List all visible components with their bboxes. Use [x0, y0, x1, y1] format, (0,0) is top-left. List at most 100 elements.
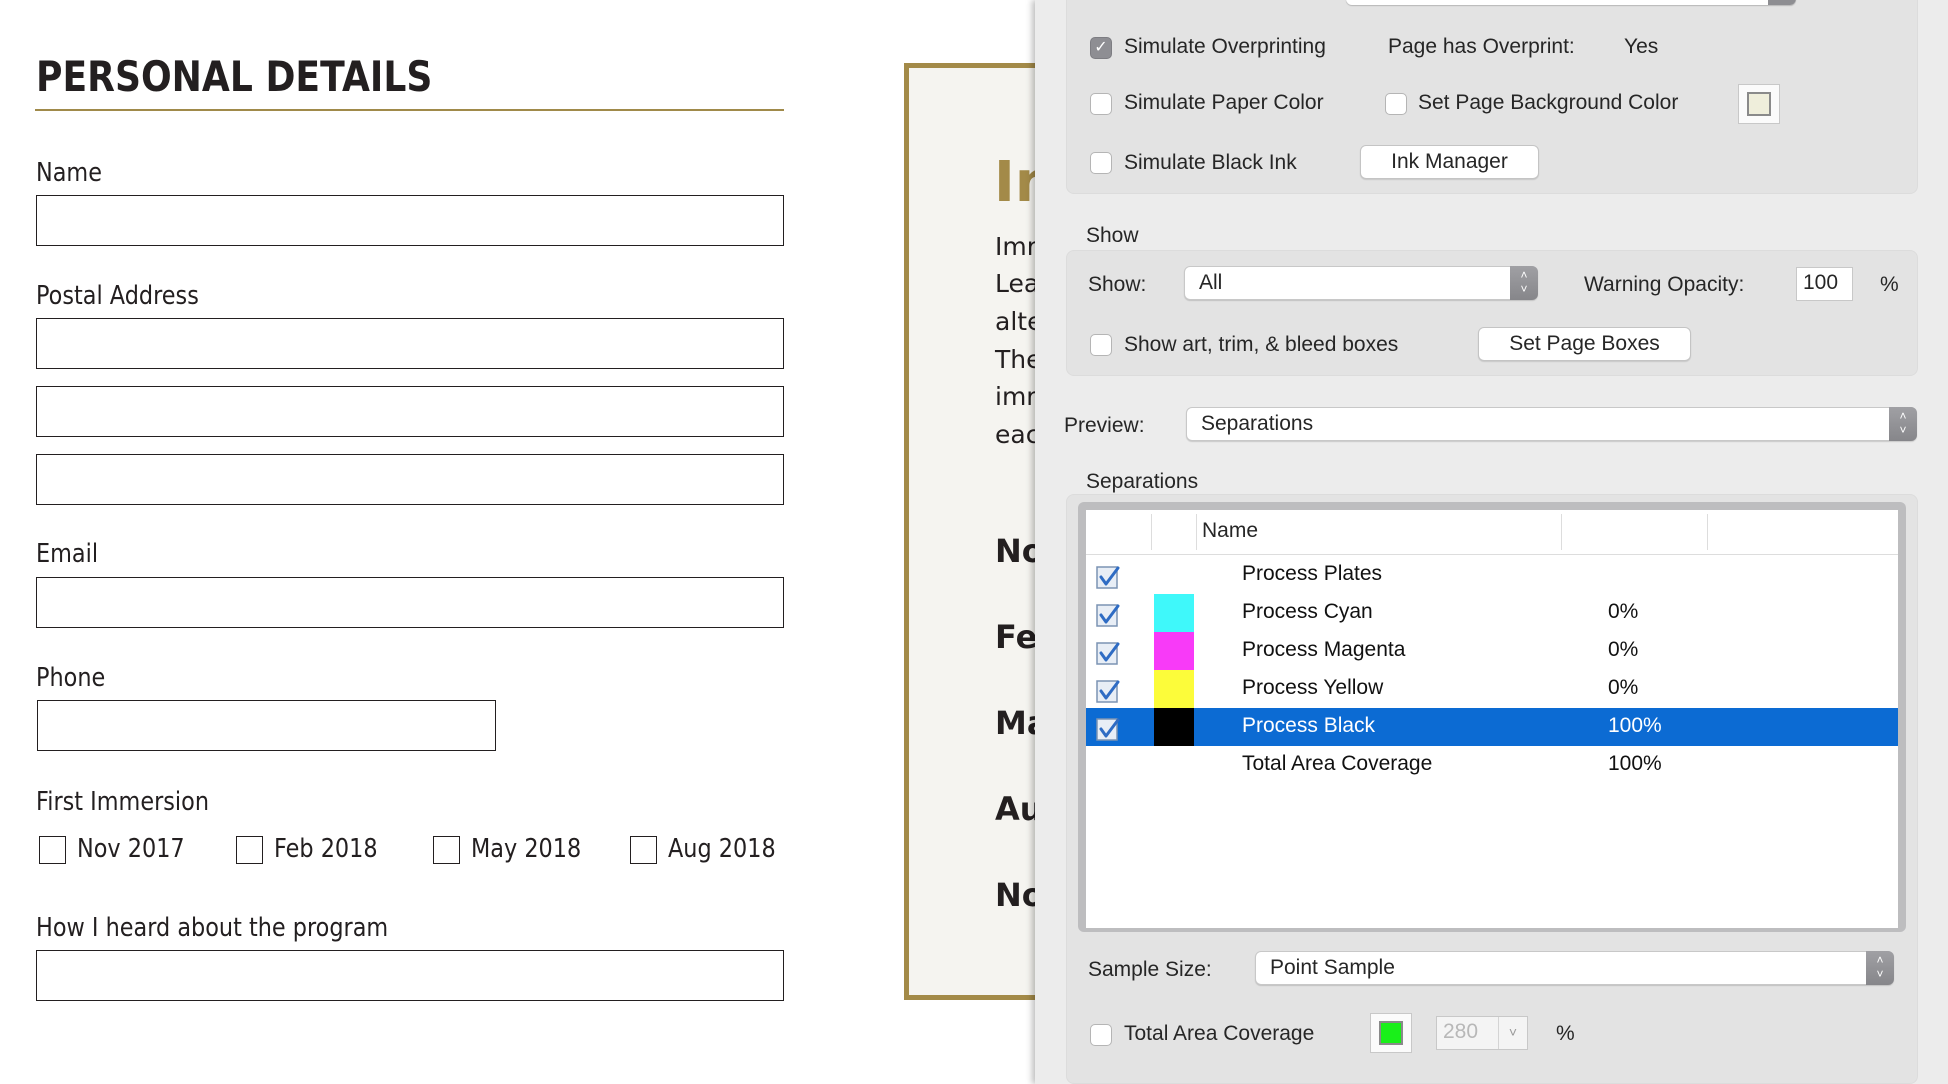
separation-checkbox[interactable] [1096, 716, 1122, 742]
separation-row[interactable]: Total Area Coverage 100% [1086, 746, 1898, 784]
separations-title: Separations [1086, 470, 1199, 493]
separation-name: Process Plates [1242, 562, 1383, 585]
show-select-value: All [1199, 271, 1223, 294]
show-page-boxes-label: Show art, trim, & bleed boxes [1124, 333, 1399, 356]
immersion-option-label: Nov 2017 [77, 834, 185, 864]
name-column-header[interactable]: Name [1202, 519, 1258, 543]
set-page-boxes-button[interactable]: Set Page Boxes [1478, 327, 1691, 361]
postal-address-label: Postal Address [36, 281, 199, 311]
separation-coverage: 0% [1608, 676, 1639, 699]
phone-label: Phone [36, 663, 106, 693]
how-heard-input[interactable] [36, 950, 784, 1001]
top-select-partial[interactable] [1346, 0, 1796, 5]
immersion-option-label: May 2018 [471, 834, 582, 864]
separation-name: Process Magenta [1242, 638, 1406, 661]
show-section-title: Show [1086, 224, 1139, 247]
tac-value-combobox[interactable]: 280 ˅ [1436, 1016, 1528, 1050]
email-input[interactable] [36, 577, 784, 628]
page-has-overprint-label: Page has Overprint: [1388, 35, 1575, 58]
ink-color-swatch [1154, 670, 1194, 708]
warning-opacity-label: Warning Opacity: [1584, 273, 1745, 296]
tac-percent: % [1556, 1022, 1575, 1045]
simulate-black-ink-label: Simulate Black Ink [1124, 151, 1297, 174]
simulate-overprinting-checkbox[interactable]: ✓ [1090, 37, 1112, 59]
separation-checkbox[interactable] [1096, 640, 1122, 666]
simulate-overprinting-label: Simulate Overprinting [1124, 35, 1326, 58]
immersion-checkbox-nov-2017[interactable] [39, 836, 66, 864]
form-title: PERSONAL DETAILS [36, 52, 433, 101]
separation-name: Total Area Coverage [1242, 752, 1433, 775]
ink-color-swatch [1154, 708, 1194, 746]
name-label: Name [36, 158, 102, 188]
page-has-overprint-value: Yes [1624, 35, 1659, 58]
sample-size-label: Sample Size: [1088, 958, 1212, 981]
checkmark-icon [1096, 680, 1120, 703]
separation-checkbox[interactable] [1096, 678, 1122, 704]
tac-color-swatch[interactable] [1370, 1013, 1412, 1053]
column-divider [1151, 514, 1152, 550]
postal-address-line-1[interactable] [36, 318, 784, 369]
simulate-paper-color-checkbox[interactable] [1090, 93, 1112, 115]
postal-address-line-2[interactable] [36, 386, 784, 437]
preview-select-value: Separations [1201, 412, 1314, 435]
immersion-checkbox-may-2018[interactable] [433, 836, 460, 864]
warning-opacity-input[interactable]: 100 [1796, 267, 1853, 301]
total-area-coverage-label: Total Area Coverage [1124, 1022, 1315, 1045]
chevron-up-down-icon: ˄ ˅ [1889, 407, 1917, 441]
document-text-line: imr [995, 382, 1037, 411]
separation-coverage: 0% [1608, 638, 1639, 661]
name-input[interactable] [36, 195, 784, 246]
preview-select[interactable]: Separations ˄ ˅ [1186, 407, 1917, 441]
separation-coverage: 100% [1608, 752, 1662, 775]
phone-input[interactable] [37, 700, 496, 751]
simulate-paper-color-label: Simulate Paper Color [1124, 91, 1324, 114]
separation-row[interactable]: Process Plates [1086, 556, 1898, 594]
separation-row[interactable]: Process Black 100% [1086, 708, 1898, 746]
tac-value: 280 [1443, 1020, 1479, 1043]
separation-name: Process Cyan [1242, 600, 1373, 623]
checkmark-icon: ✓ [1094, 39, 1108, 56]
immersion-checkbox-aug-2018[interactable] [630, 836, 657, 864]
total-area-coverage-checkbox[interactable] [1090, 1024, 1112, 1046]
show-page-boxes-checkbox[interactable] [1090, 334, 1112, 356]
separation-checkbox[interactable] [1096, 602, 1122, 628]
simulate-black-ink-checkbox[interactable] [1090, 152, 1112, 174]
sample-size-select-value: Point Sample [1270, 956, 1395, 979]
separation-checkbox[interactable] [1096, 564, 1122, 590]
show-label: Show: [1088, 273, 1147, 296]
separation-row[interactable]: Process Cyan 0% [1086, 594, 1898, 632]
checkmark-icon [1096, 604, 1120, 627]
email-label: Email [36, 539, 99, 569]
column-divider [1561, 514, 1562, 550]
page-background-color-swatch[interactable] [1738, 84, 1780, 124]
show-select[interactable]: All ˄ ˅ [1184, 266, 1538, 300]
separations-table-header: Name [1086, 510, 1898, 555]
immersion-option-label: Aug 2018 [668, 834, 776, 864]
select-stepper [1768, 0, 1796, 5]
ink-color-swatch [1154, 632, 1194, 670]
column-divider [1707, 514, 1708, 550]
color-swatch-icon [1379, 1021, 1403, 1045]
separation-name: Process Black [1242, 714, 1376, 737]
separation-coverage: 0% [1608, 600, 1639, 623]
separation-coverage: 100% [1608, 714, 1662, 737]
checkmark-icon [1096, 718, 1120, 741]
set-page-background-checkbox[interactable] [1385, 93, 1407, 115]
document-text-line: eac [995, 420, 1040, 449]
document-text-line: Imr [995, 232, 1038, 261]
immersion-checkbox-feb-2018[interactable] [236, 836, 263, 864]
postal-address-line-3[interactable] [36, 454, 784, 505]
separation-row[interactable]: Process Magenta 0% [1086, 632, 1898, 670]
ink-color-swatch [1154, 594, 1194, 632]
chevron-down-icon: ˅ [1498, 1017, 1527, 1049]
sample-size-select[interactable]: Point Sample ˄ ˅ [1255, 951, 1894, 985]
checkmark-icon [1096, 566, 1120, 589]
separation-row[interactable]: Process Yellow 0% [1086, 670, 1898, 708]
chevron-up-down-icon: ˄ ˅ [1510, 266, 1538, 300]
checkmark-icon [1096, 642, 1120, 665]
immersion-option-label: Feb 2018 [274, 834, 378, 864]
cut-off-row [1088, 1078, 1388, 1084]
separation-name: Process Yellow [1242, 676, 1384, 699]
document-text-line: Lea [995, 269, 1040, 298]
ink-manager-button[interactable]: Ink Manager [1360, 145, 1539, 179]
